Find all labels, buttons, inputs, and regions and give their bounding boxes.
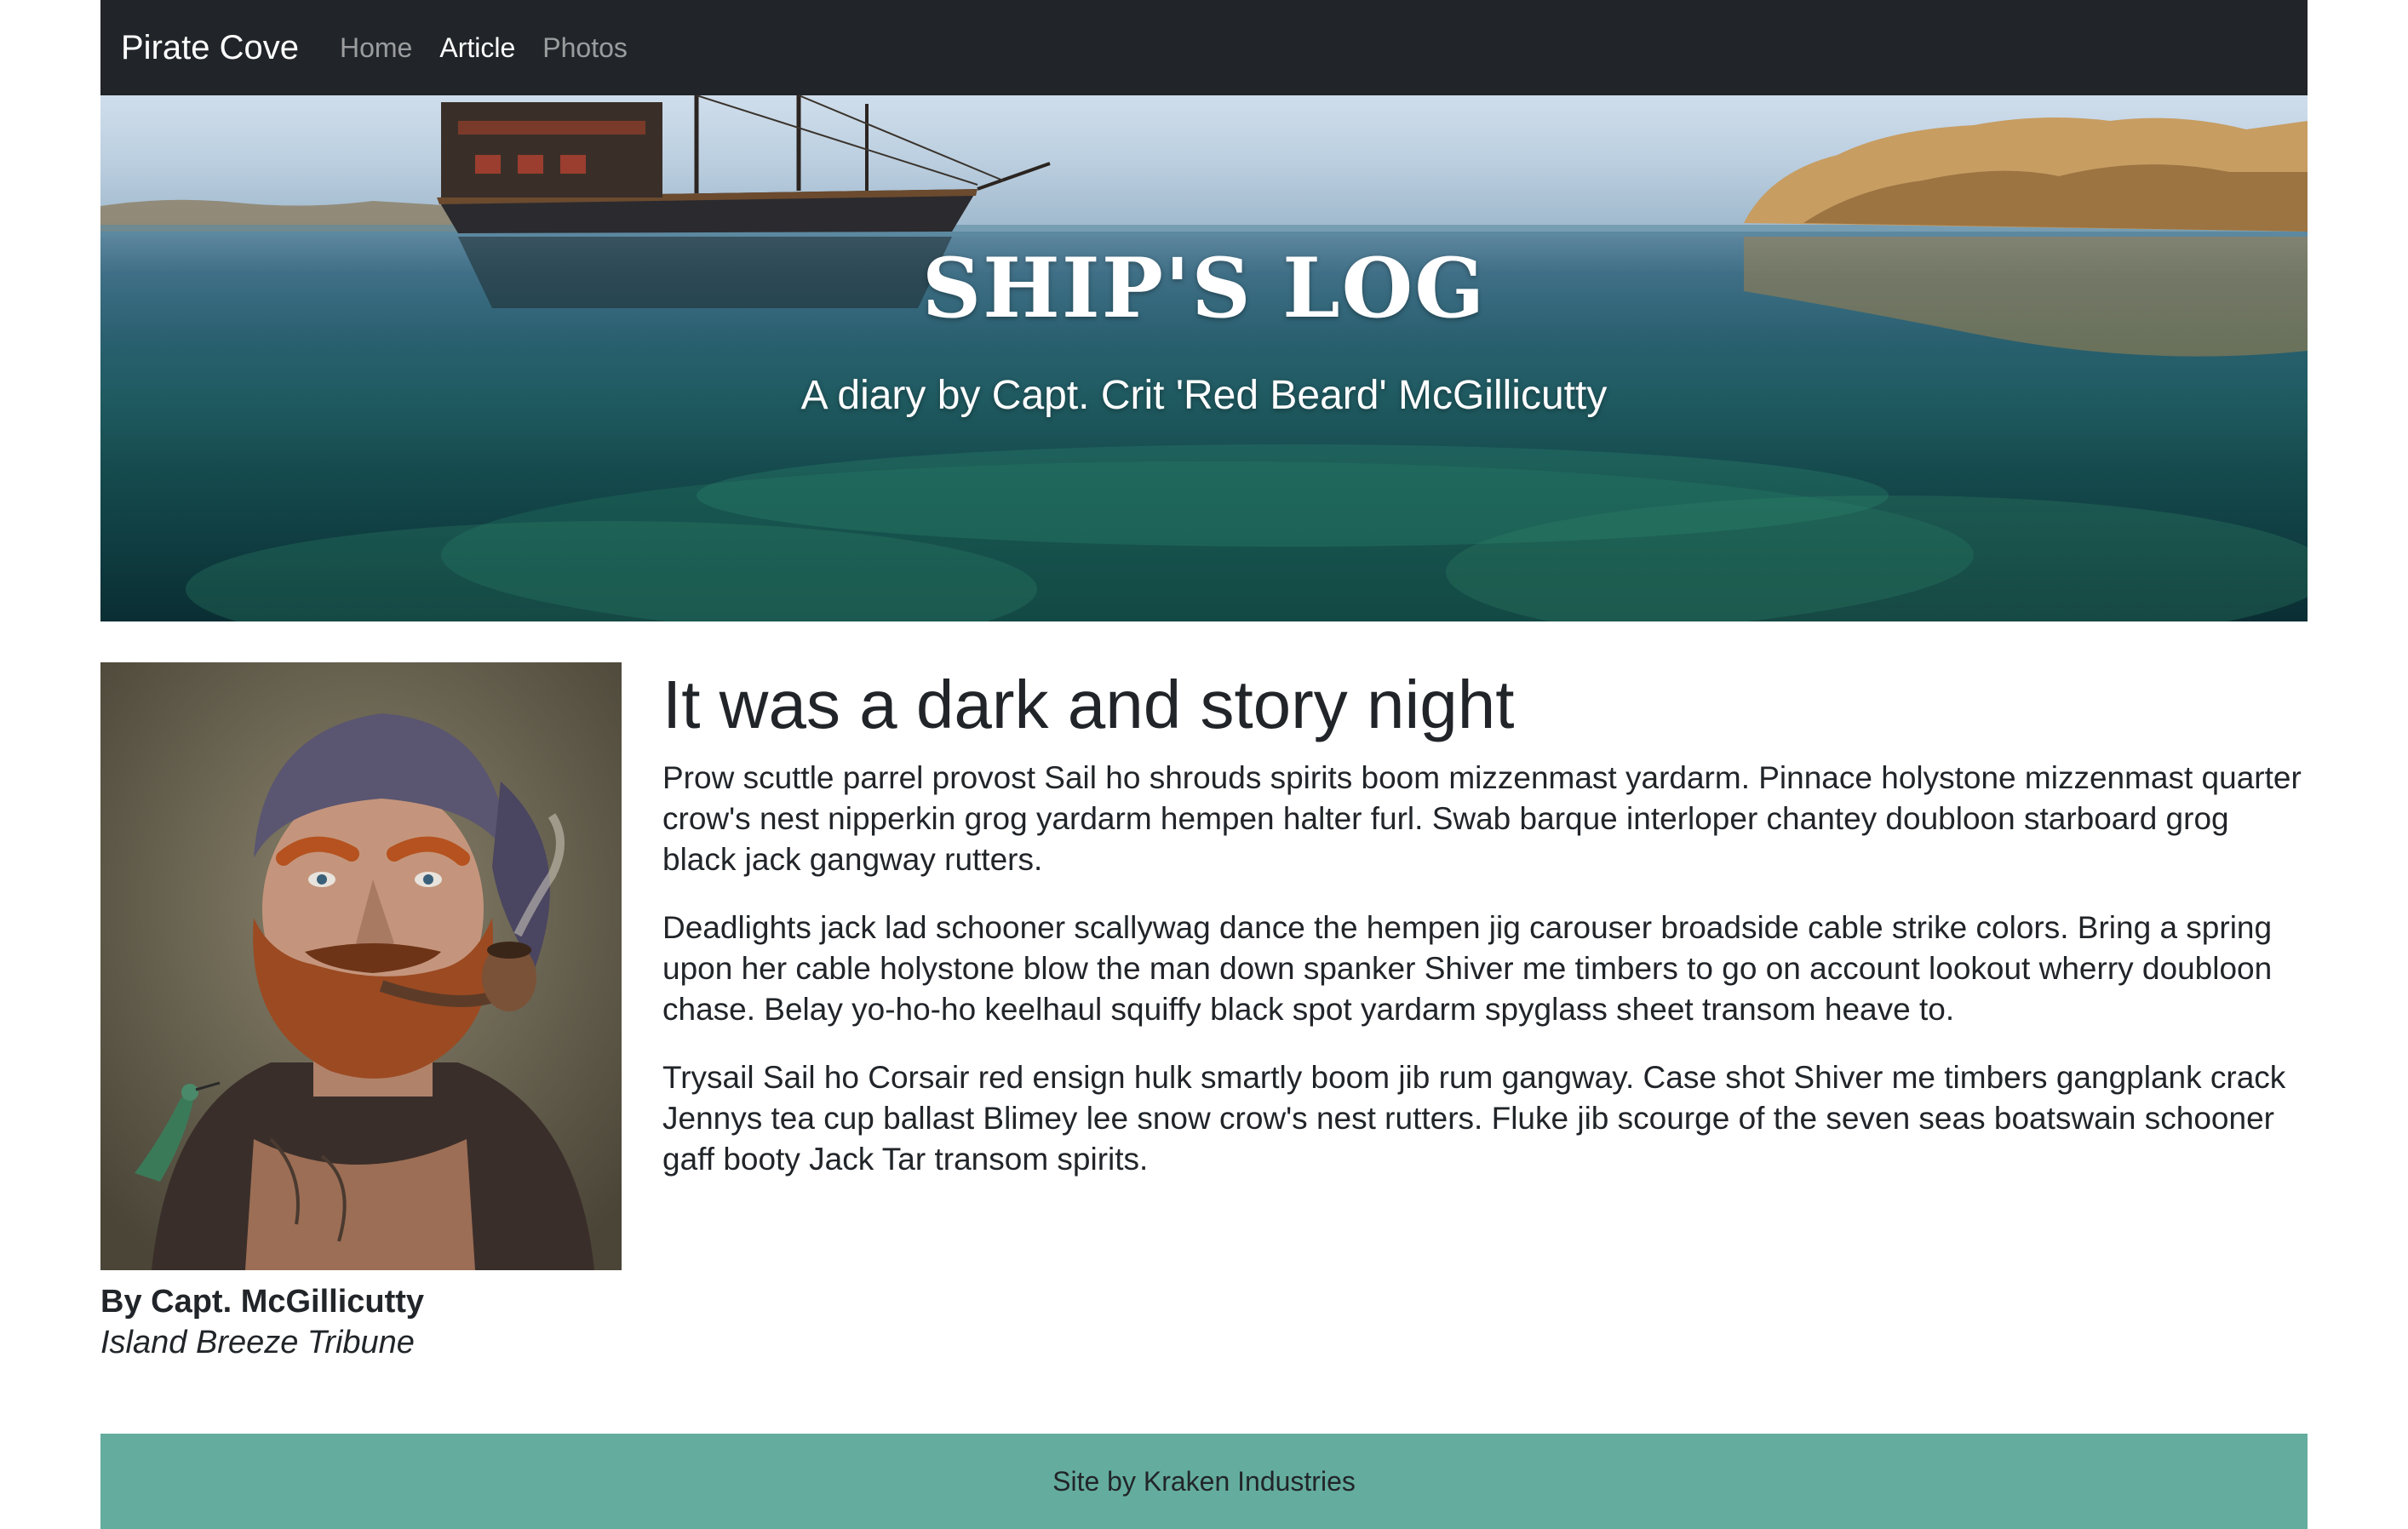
hero-background-image xyxy=(100,95,2308,621)
nav-link-home[interactable]: Home xyxy=(340,32,412,64)
hero-banner: SHIP'S LOG A diary by Capt. Crit 'Red Be… xyxy=(100,95,2308,621)
brand-link[interactable]: Pirate Cove xyxy=(121,29,299,67)
footer-credit: Site by Kraken Industries xyxy=(1052,1465,1356,1497)
site-footer: Site by Kraken Industries xyxy=(100,1434,2308,1529)
article-body: It was a dark and story night Prow scutt… xyxy=(662,664,2306,1207)
hero-subtitle: A diary by Capt. Crit 'Red Beard' McGill… xyxy=(800,373,1608,418)
article-heading: It was a dark and story night xyxy=(662,667,1515,742)
author-portrait-image xyxy=(100,662,622,1270)
article-paragraph: Deadlights jack lad schooner scallywag d… xyxy=(662,910,2273,1027)
nav-link-article[interactable]: Article xyxy=(439,32,515,64)
byline-author: By Capt. McGillicutty xyxy=(100,1284,425,1320)
article-paragraph: Trysail Sail ho Corsair red ensign hulk … xyxy=(662,1060,2286,1177)
nav-link-photos[interactable]: Photos xyxy=(542,32,628,64)
hero-title: SHIP'S LOG xyxy=(921,240,1487,336)
top-navbar: Pirate Cove Home Article Photos xyxy=(100,0,2308,95)
byline-publication: Island Breeze Tribune xyxy=(100,1325,415,1360)
article-paragraph: Prow scuttle parrel provost Sail ho shro… xyxy=(662,760,2302,877)
